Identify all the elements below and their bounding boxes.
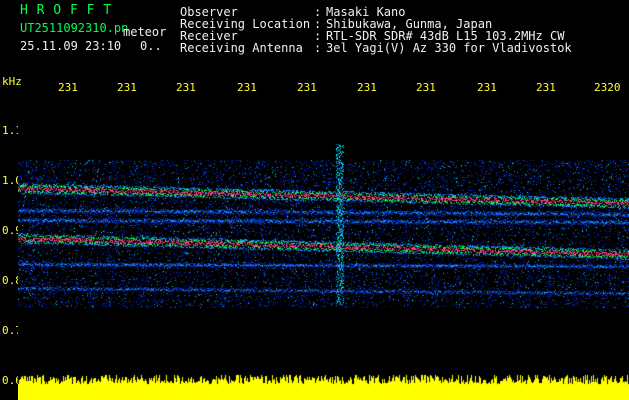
mode-label: meteor: [123, 25, 167, 39]
x-tick-label: 231: [416, 81, 436, 94]
datetime: 25.11.09 23:10: [20, 39, 122, 53]
x-tick-label: 2320: [594, 81, 621, 94]
x-tick-label: 231: [176, 81, 196, 94]
x-tick-label: 231: [536, 81, 556, 94]
x-tick-label: 231: [297, 81, 317, 94]
y-axis-unit: kHz: [2, 75, 22, 88]
x-tick-label: 231: [477, 81, 497, 94]
spectrogram-canvas[interactable]: [18, 96, 629, 400]
x-tick-label: 231: [117, 81, 137, 94]
x-tick-label: 231: [237, 81, 257, 94]
status-text: 0..: [140, 39, 162, 53]
antenna-label: Receiving Antenna: [180, 41, 303, 55]
app-title: H R O F F T: [20, 3, 112, 18]
x-tick-label: 231: [357, 81, 377, 94]
hrofft-window: H R O F F T UT2511092310.pn meteor 25.11…: [0, 0, 629, 400]
colon: :: [314, 41, 322, 55]
antenna-value: 3el Yagi(V) Az 330 for Vladivostok: [326, 41, 572, 55]
x-tick-label: 231: [58, 81, 78, 94]
file-name: UT2511092310.pn: [20, 21, 129, 35]
